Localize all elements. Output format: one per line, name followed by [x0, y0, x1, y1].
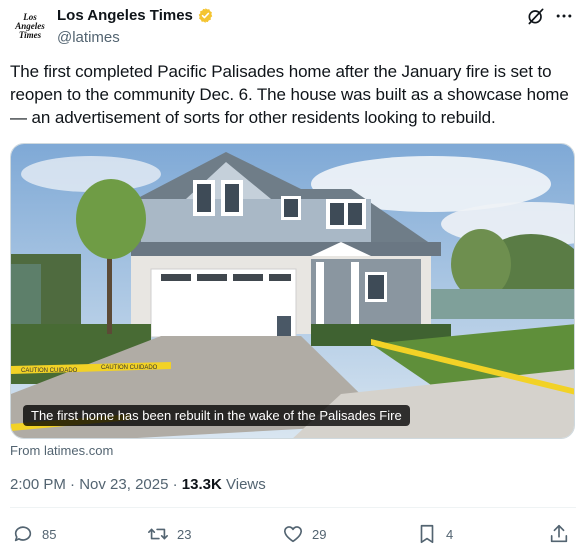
like-button[interactable]: 29	[282, 523, 326, 545]
views-count: 13.3K	[181, 476, 222, 493]
caution-tape-text: CAUTION CUIDADO	[101, 365, 158, 371]
bookmark-icon	[420, 524, 434, 544]
repost-button[interactable]: 23	[147, 523, 191, 545]
more-icon[interactable]	[554, 6, 574, 26]
tweet-media[interactable]: CAUTION CUIDADO CAUTION CUIDADO The firs…	[10, 143, 575, 439]
avatar-text-line: Times	[18, 29, 42, 40]
media-caption: The first home has been rebuilt in the w…	[23, 405, 410, 426]
author-info: Los Angeles Times @latimes	[57, 6, 214, 46]
reply-button[interactable]: 85	[12, 523, 56, 545]
tweet-time[interactable]: 2:00 PM	[10, 476, 66, 493]
meta-separator: ·	[172, 476, 182, 493]
like-icon	[283, 526, 303, 543]
author-handle[interactable]: @latimes	[57, 29, 214, 46]
tweet-text: The first completed Pacific Palisades ho…	[10, 62, 569, 127]
tweet-header: Los Angeles Times Los Angeles Times @lat…	[10, 6, 576, 46]
link-source[interactable]: From latimes.com	[10, 443, 113, 458]
avatar[interactable]: Los Angeles Times	[10, 6, 50, 46]
bookmark-button[interactable]: 4	[416, 523, 453, 545]
meta-separator: ·	[70, 476, 80, 493]
share-icon	[550, 524, 568, 543]
bookmark-count: 4	[446, 526, 454, 542]
repost-icon	[148, 528, 168, 540]
caution-tape-text: CAUTION CUIDADO	[21, 368, 78, 374]
reply-icon	[14, 526, 32, 542]
author-name-row[interactable]: Los Angeles Times	[57, 6, 214, 24]
views-label: Views	[226, 476, 266, 493]
tweet-meta: 2:00 PM · Nov 23, 2025 · 13.3K Views	[10, 476, 266, 493]
reply-count: 85	[42, 526, 57, 542]
author-name[interactable]: Los Angeles Times	[57, 7, 193, 24]
grok-icon[interactable]	[526, 6, 546, 26]
verified-badge-icon	[198, 7, 213, 23]
share-button[interactable]	[548, 523, 570, 545]
like-count: 29	[312, 526, 327, 542]
action-bar: 85 23 29 4	[10, 523, 576, 549]
divider	[10, 507, 576, 508]
tweet-date[interactable]: Nov 23, 2025	[79, 476, 168, 493]
repost-count: 23	[177, 526, 192, 542]
house-photo: CAUTION CUIDADO CAUTION CUIDADO	[11, 144, 574, 438]
